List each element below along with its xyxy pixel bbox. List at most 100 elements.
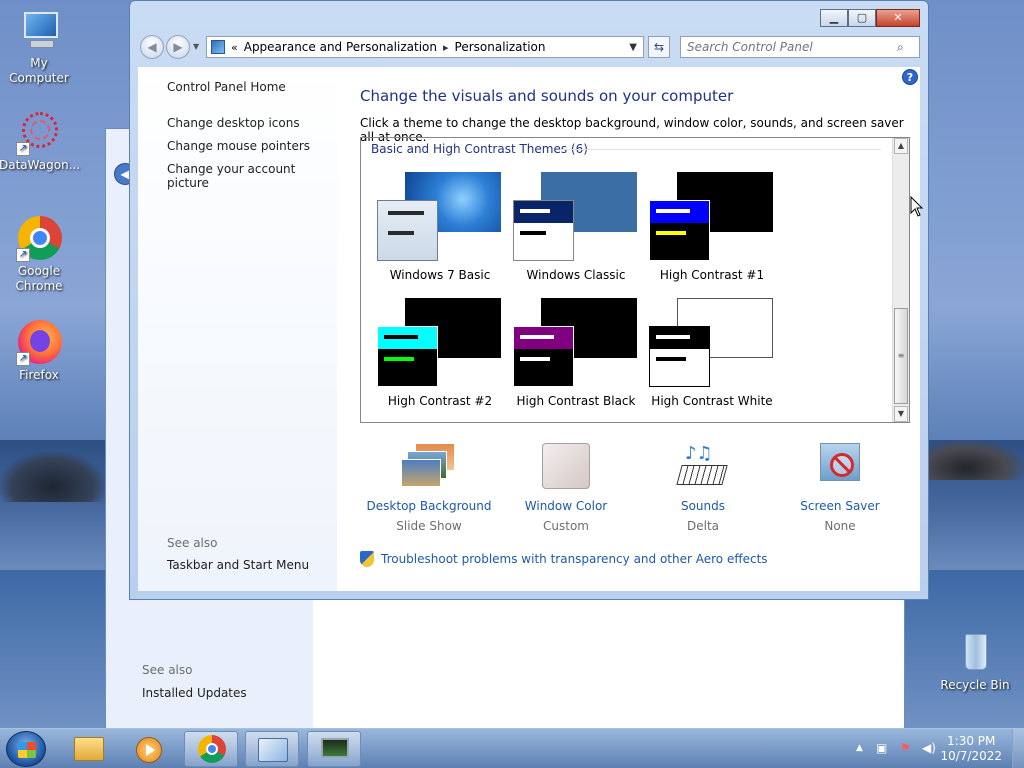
theme-windows-classic[interactable]: Windows Classic <box>511 172 641 292</box>
network-icon[interactable]: ▣ <box>876 741 887 755</box>
theme-high-contrast-2[interactable]: High Contrast #2 <box>375 298 505 418</box>
theme-window-preview <box>649 326 710 387</box>
desktop-icon-datawagon[interactable]: ↗ DataWagon... <box>0 110 80 173</box>
back-button[interactable]: ◀ <box>140 35 164 59</box>
change-account-picture-link[interactable]: Change your account picture <box>167 162 337 190</box>
theme-label: High Contrast Black <box>516 394 636 408</box>
search-icon[interactable]: ⌕ <box>897 40 913 55</box>
back-window-content <box>313 589 904 729</box>
caption-buttons: ▁ ▢ ✕ <box>820 9 920 27</box>
taskbar-control-panel[interactable] <box>245 731 299 767</box>
desktop-background-setting[interactable]: Desktop Background Slide Show <box>359 443 499 533</box>
change-desktop-icons-link[interactable]: Change desktop icons <box>167 116 300 130</box>
desktop-icon-my-computer[interactable]: My Computer <box>0 8 79 86</box>
scroll-thumb[interactable]: ≡ <box>894 308 908 404</box>
desktop-icon-google-chrome[interactable]: ↗ Google Chrome <box>0 216 79 294</box>
screen-saver-setting[interactable]: Screen Saver None <box>770 443 910 533</box>
maximize-button[interactable]: ▢ <box>848 9 876 27</box>
search-box[interactable]: ⌕ <box>680 36 920 58</box>
datawagon-icon: ↗ <box>16 110 62 156</box>
taskbar-chrome[interactable] <box>184 731 238 767</box>
task-pane: Control Panel Home Change desktop icons … <box>138 67 337 591</box>
volume-icon[interactable]: ◀) <box>922 741 936 755</box>
taskbar-media-player[interactable] <box>122 731 176 767</box>
help-icon[interactable]: ? <box>902 69 918 85</box>
desktop-icon-firefox[interactable]: ↗ Firefox <box>0 320 79 383</box>
chrome-icon: ↗ <box>16 216 62 262</box>
back-see-also-label: See also <box>142 663 193 677</box>
action-center-icon[interactable]: ⚑ <box>900 741 911 755</box>
troubleshoot-text: Troubleshoot problems with transparency … <box>381 552 768 566</box>
desktop-icon-label: Firefox <box>19 368 59 382</box>
shortcut-arrow-icon: ↗ <box>16 142 30 156</box>
forward-button[interactable]: ▶ <box>166 35 190 59</box>
theme-label: High Contrast #1 <box>659 268 765 282</box>
control-panel-icon <box>258 738 288 762</box>
installed-updates-link[interactable]: Installed Updates <box>142 686 247 700</box>
change-mouse-pointers-link[interactable]: Change mouse pointers <box>167 139 310 153</box>
show-desktop-button[interactable] <box>1012 729 1024 768</box>
taskbar-explorer[interactable] <box>62 731 116 767</box>
sounds-setting[interactable]: ♪♫ Sounds Delta <box>633 443 773 533</box>
window-content: Control Panel Home Change desktop icons … <box>138 67 920 591</box>
minimize-button[interactable]: ▁ <box>820 9 848 27</box>
desktop-background-link[interactable]: Desktop Background <box>359 499 499 513</box>
personalization-window[interactable]: ▁ ▢ ✕ ◀ ▶ ▼ « Appearance and Personaliza… <box>129 0 929 600</box>
breadcrumb-separator-icon[interactable]: ▸ <box>443 41 449 54</box>
start-button[interactable] <box>6 731 46 767</box>
theme-label: Windows 7 Basic <box>389 268 491 282</box>
theme-window-preview <box>513 326 574 387</box>
firefox-icon: ↗ <box>16 320 62 366</box>
desktop-icon-label: Recycle Bin <box>940 678 1010 692</box>
shield-icon <box>360 551 374 567</box>
windows-logo-icon <box>18 742 36 758</box>
system-tray: ▲ ▣ ⚑ ◀) 1:30 PM 10/7/2022 <box>834 729 1024 768</box>
scroll-up-icon[interactable]: ▲ <box>894 138 908 154</box>
address-dropdown-icon[interactable]: ▼ <box>629 42 637 53</box>
desktop-background-icon <box>401 443 457 491</box>
theme-window-preview <box>513 200 574 261</box>
computer-icon <box>16 8 62 54</box>
close-button[interactable]: ✕ <box>876 9 920 27</box>
clock[interactable]: 1:30 PM 10/7/2022 <box>940 734 1002 764</box>
theme-high-contrast-black[interactable]: High Contrast Black <box>511 298 641 418</box>
main-pane: ? Change the visuals and sounds on your … <box>337 67 920 591</box>
clock-date: 10/7/2022 <box>940 749 1002 763</box>
breadcrumb-appearance[interactable]: Appearance and Personalization <box>244 40 437 54</box>
screen-saver-value: None <box>824 519 856 533</box>
overflow-chevron-icon[interactable]: « <box>231 41 238 54</box>
refresh-button[interactable]: ⇆ <box>648 36 670 58</box>
theme-list-scrollbar[interactable]: ▲ ≡ ▼ <box>892 138 909 422</box>
shortcut-arrow-icon: ↗ <box>16 248 30 262</box>
breadcrumb-personalization[interactable]: Personalization <box>455 40 546 54</box>
sounds-link[interactable]: Sounds <box>633 499 773 513</box>
shortcut-arrow-icon: ↗ <box>16 352 30 366</box>
theme-window-preview <box>377 200 438 261</box>
wallpaper-rocks-left <box>0 452 105 502</box>
theme-label: Windows Classic <box>526 268 626 282</box>
show-hidden-icons-icon[interactable]: ▲ <box>856 743 863 753</box>
theme-high-contrast-white[interactable]: High Contrast White <box>647 298 777 418</box>
clock-time: 1:30 PM <box>947 734 996 748</box>
scroll-down-icon[interactable]: ▼ <box>894 406 908 422</box>
screen-saver-link[interactable]: Screen Saver <box>770 499 910 513</box>
theme-label: High Contrast #2 <box>387 394 493 408</box>
theme-list[interactable]: Basic and High Contrast Themes (6) Windo… <box>360 137 910 423</box>
taskbar-datawagon[interactable] <box>307 731 361 767</box>
theme-windows-7-basic[interactable]: Windows 7 Basic <box>375 172 505 292</box>
troubleshoot-aero-link[interactable]: Troubleshoot problems with transparency … <box>360 551 768 567</box>
recycle-bin-icon <box>952 630 998 676</box>
recent-pages-dropdown[interactable]: ▼ <box>193 42 199 51</box>
address-bar[interactable]: « Appearance and Personalization ▸ Perso… <box>206 36 644 58</box>
desktop-background-value: Slide Show <box>396 519 462 533</box>
theme-group-header[interactable]: Basic and High Contrast Themes (6) <box>371 142 588 156</box>
window-color-setting[interactable]: Window Color Custom <box>496 443 636 533</box>
control-panel-home-link[interactable]: Control Panel Home <box>167 80 286 94</box>
mouse-cursor-icon <box>910 196 924 217</box>
taskbar: ▲ ▣ ⚑ ◀) 1:30 PM 10/7/2022 <box>0 728 1024 768</box>
window-color-link[interactable]: Window Color <box>496 499 636 513</box>
search-input[interactable] <box>681 40 897 54</box>
desktop-icon-recycle-bin[interactable]: Recycle Bin <box>935 630 1015 693</box>
theme-high-contrast-1[interactable]: High Contrast #1 <box>647 172 777 292</box>
taskbar-start-menu-link[interactable]: Taskbar and Start Menu <box>167 558 309 572</box>
